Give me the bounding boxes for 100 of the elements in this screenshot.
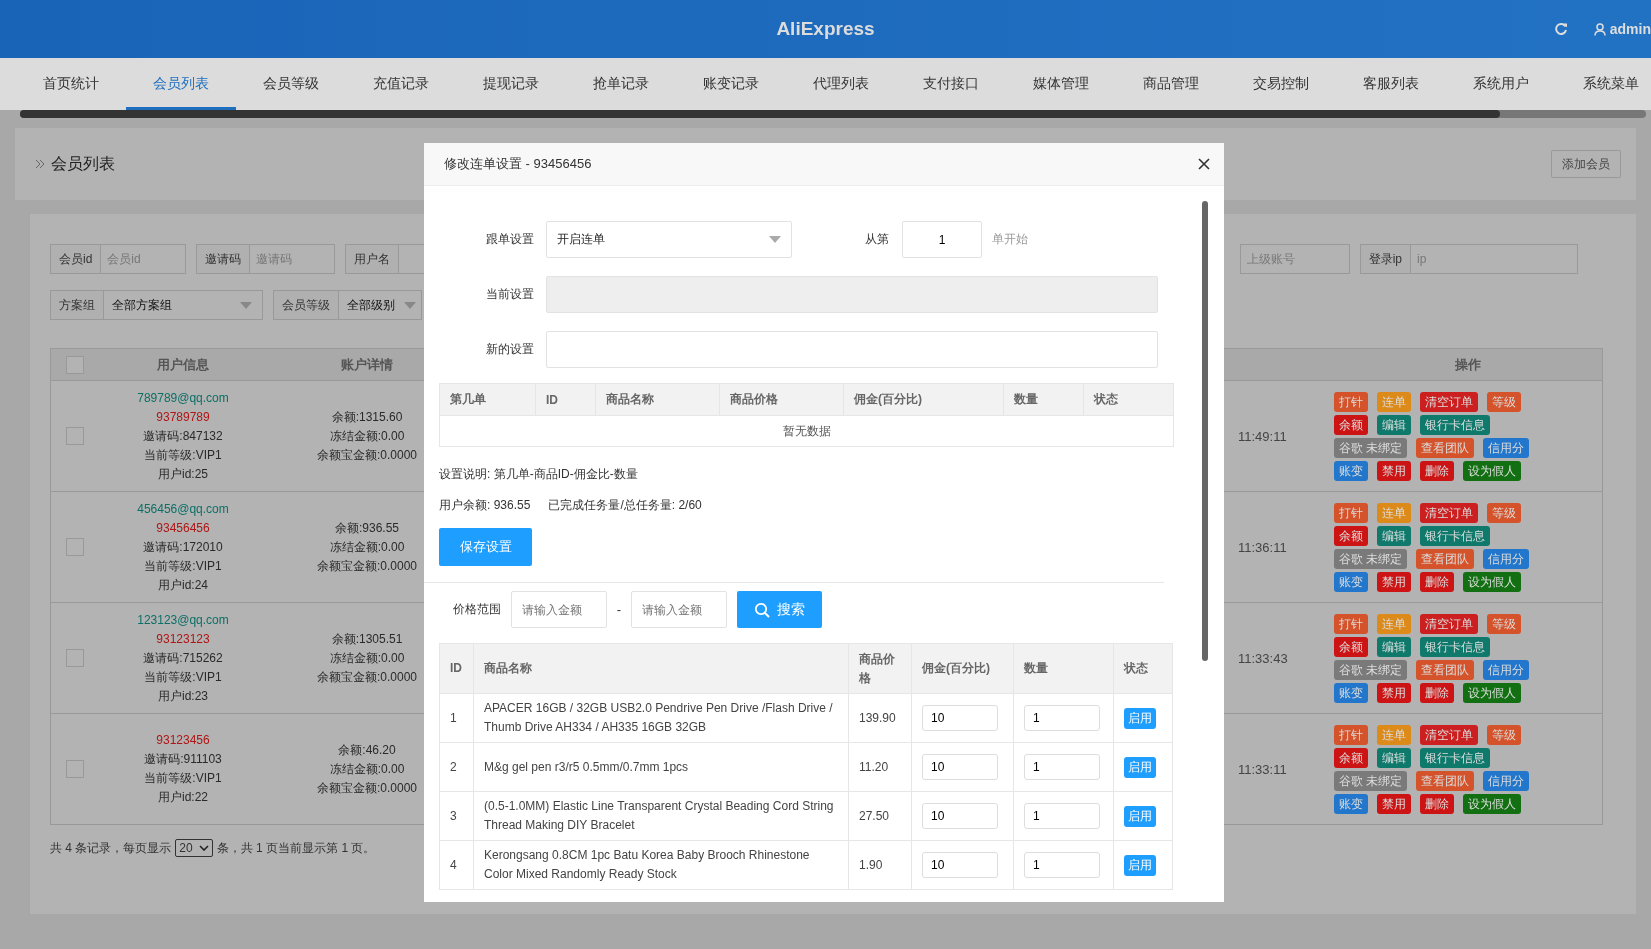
scrollbar[interactable] <box>20 110 1646 118</box>
action-button[interactable]: 清空订单 <box>1420 724 1478 745</box>
input-field[interactable]: 10 <box>922 754 998 780</box>
action-button[interactable]: 谷歌 未绑定 <box>1334 659 1408 680</box>
nav-tab[interactable]: 充值记录 <box>346 58 456 110</box>
action-button[interactable]: 账变 <box>1334 460 1368 481</box>
action-button[interactable]: 删除 <box>1420 571 1454 592</box>
input-field[interactable]: 1 <box>1024 705 1100 731</box>
action-button[interactable]: 编辑 <box>1377 525 1411 546</box>
action-button[interactable]: 谷歌 未绑定 <box>1334 770 1408 791</box>
nav-tab[interactable]: 提现记录 <box>456 58 566 110</box>
nav-tab[interactable]: 首页统计 <box>16 58 126 110</box>
select-field[interactable]: 全部方案组 <box>103 290 263 320</box>
input-field[interactable]: 10 <box>922 705 998 731</box>
input-field[interactable]: 10 <box>922 803 998 829</box>
action-button[interactable]: 打针 <box>1334 724 1368 745</box>
checkbox[interactable] <box>66 760 84 778</box>
input-field[interactable]: ip <box>1410 244 1578 274</box>
action-button[interactable]: 等级 <box>1487 391 1521 412</box>
action-button[interactable]: 禁用 <box>1377 571 1411 592</box>
checkbox[interactable] <box>66 649 84 667</box>
action-button[interactable]: 等级 <box>1487 724 1521 745</box>
action-button[interactable]: 编辑 <box>1377 747 1411 768</box>
action-button[interactable]: 余额 <box>1334 414 1368 435</box>
nav-tab[interactable]: 代理列表 <box>786 58 896 110</box>
action-button[interactable]: 等级 <box>1487 613 1521 634</box>
status-button[interactable]: 启用 <box>1124 805 1156 827</box>
user-menu[interactable]: admin <box>1593 21 1651 37</box>
input-field[interactable]: 1 <box>1024 852 1100 878</box>
action-button[interactable]: 禁用 <box>1377 682 1411 703</box>
action-button[interactable]: 清空订单 <box>1420 613 1478 634</box>
action-button[interactable]: 信用分 <box>1483 659 1530 680</box>
action-button[interactable]: 打针 <box>1334 613 1368 634</box>
nav-tab[interactable]: 客服列表 <box>1336 58 1446 110</box>
action-button[interactable]: 禁用 <box>1377 460 1411 481</box>
action-button[interactable]: 设为假人 <box>1463 571 1521 592</box>
close-button[interactable] <box>1196 156 1212 172</box>
action-button[interactable]: 编辑 <box>1377 414 1411 435</box>
status-button[interactable]: 启用 <box>1124 707 1156 729</box>
action-button[interactable]: 谷歌 未绑定 <box>1334 548 1408 569</box>
action-button[interactable]: 信用分 <box>1483 770 1530 791</box>
action-button[interactable]: 编辑 <box>1377 636 1411 657</box>
close-icon <box>1198 158 1210 170</box>
action-button[interactable]: 银行卡信息 <box>1420 636 1490 657</box>
action-button[interactable]: 查看团队 <box>1416 659 1475 680</box>
status-button[interactable]: 启用 <box>1124 756 1156 778</box>
input-field[interactable]: 1 <box>902 221 982 258</box>
status-button[interactable]: 启用 <box>1124 854 1156 876</box>
action-button[interactable]: 查看团队 <box>1416 548 1475 569</box>
action-button[interactable]: 清空订单 <box>1420 391 1478 412</box>
nav-tab[interactable]: 账变记录 <box>676 58 786 110</box>
page-size-select[interactable]: 20 <box>175 839 213 857</box>
nav-tab[interactable]: 交易控制 <box>1226 58 1336 110</box>
action-button[interactable]: 设为假人 <box>1463 460 1521 481</box>
action-button[interactable]: 打针 <box>1334 391 1368 412</box>
action-button[interactable]: 信用分 <box>1483 437 1530 458</box>
input-field[interactable]: 1 <box>1024 803 1100 829</box>
action-button[interactable]: 等级 <box>1487 502 1521 523</box>
refresh-button[interactable] <box>1553 22 1568 36</box>
user-id-text: 用户id:25 <box>158 465 208 483</box>
action-button[interactable]: 账变 <box>1334 682 1368 703</box>
action-button[interactable]: 打针 <box>1334 502 1368 523</box>
nav-tab[interactable]: 支付接口 <box>896 58 1006 110</box>
action-button[interactable]: 查看团队 <box>1416 770 1475 791</box>
scrollbar[interactable] <box>1202 201 1208 661</box>
action-button[interactable]: 设为假人 <box>1463 682 1521 703</box>
action-button[interactable]: 余额 <box>1334 636 1368 657</box>
action-button[interactable]: 余额 <box>1334 525 1368 546</box>
action-button[interactable]: 清空订单 <box>1420 502 1478 523</box>
action-button[interactable]: 银行卡信息 <box>1420 525 1490 546</box>
select-field[interactable]: 全部级别 <box>338 290 422 320</box>
nav-tab[interactable]: 会员等级 <box>236 58 346 110</box>
action-button[interactable]: 信用分 <box>1483 548 1530 569</box>
action-button[interactable]: 查看团队 <box>1416 437 1475 458</box>
select-field[interactable]: 开启连单 <box>546 221 792 258</box>
nav-tab[interactable]: 系统用户 <box>1446 58 1556 110</box>
action-button[interactable]: 删除 <box>1420 682 1454 703</box>
search-button[interactable]: 搜索 <box>737 591 822 628</box>
action-button[interactable]: 删除 <box>1420 793 1454 814</box>
action-button[interactable]: 余额 <box>1334 747 1368 768</box>
action-button[interactable]: 账变 <box>1334 793 1368 814</box>
action-button[interactable]: 谷歌 未绑定 <box>1334 437 1408 458</box>
checkbox[interactable] <box>66 538 84 556</box>
action-button[interactable]: 银行卡信息 <box>1420 414 1490 435</box>
action-button[interactable]: 设为假人 <box>1463 793 1521 814</box>
checkbox[interactable] <box>66 355 84 374</box>
action-button[interactable]: 账变 <box>1334 571 1368 592</box>
add-member-button[interactable]: 添加会员 <box>1551 150 1621 178</box>
action-button[interactable]: 银行卡信息 <box>1420 747 1490 768</box>
action-button[interactable]: 删除 <box>1420 460 1454 481</box>
input-field[interactable]: 邀请码 <box>249 244 336 274</box>
action-button[interactable]: 禁用 <box>1377 793 1411 814</box>
nav-tab[interactable]: 抢单记录 <box>566 58 676 110</box>
nav-tab[interactable]: 媒体管理 <box>1006 58 1116 110</box>
checkbox[interactable] <box>66 427 84 445</box>
input-field[interactable]: 10 <box>922 852 998 878</box>
input-field[interactable]: 1 <box>1024 754 1100 780</box>
save-button[interactable]: 保存设置 <box>439 528 532 566</box>
nav-tab[interactable]: 系统菜单 <box>1556 58 1651 110</box>
nav-tab[interactable]: 商品管理 <box>1116 58 1226 110</box>
